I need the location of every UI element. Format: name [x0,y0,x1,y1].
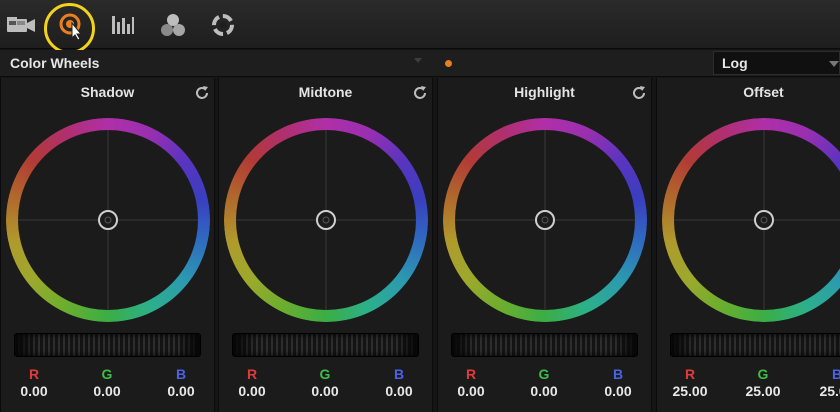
channel-label-b: B [175,366,187,382]
collapse-arrow-icon[interactable] [414,58,422,63]
channel-r[interactable]: R 0.00 [4,366,64,399]
channel-b[interactable]: B 0.00 [369,366,429,399]
wheel-panel-midtone: Midtone R 0.00 G 0.00 B 0.00 [218,78,433,412]
wheel-title: Shadow [80,84,135,100]
channel-label-g: G [538,366,550,382]
color-wheel[interactable] [219,112,434,330]
channel-label-g: G [101,366,113,382]
channel-label-b: B [393,366,405,382]
channel-value-g[interactable]: 0.00 [295,383,355,399]
color-wheel[interactable] [657,112,840,330]
status-indicator-dot [445,60,452,67]
wheel-panel-highlight: Highlight R 0.00 G 0.00 B 0.00 [437,78,652,412]
mode-dropdown[interactable]: Log [713,51,840,75]
channel-value-r[interactable]: 0.00 [222,383,282,399]
master-wheel-slider[interactable] [14,333,201,357]
master-wheel-slider[interactable] [232,333,419,357]
color-wheel[interactable] [1,112,216,330]
channel-label-r: R [684,366,696,382]
channel-label-b: B [612,366,624,382]
channel-r[interactable]: R 0.00 [222,366,282,399]
channel-label-b: B [831,366,840,382]
camera-raw-icon[interactable] [6,10,36,40]
reset-icon[interactable] [630,84,648,102]
bars-icon[interactable] [108,10,138,40]
channel-value-g[interactable]: 0.00 [514,383,574,399]
mode-dropdown-value: Log [722,55,748,71]
channel-value-r[interactable]: 0.00 [441,383,501,399]
panel-title: Color Wheels [10,55,100,71]
channel-value-g[interactable]: 0.00 [77,383,137,399]
channel-value-b[interactable]: 25.00 [807,383,840,399]
channel-b[interactable]: B 0.00 [151,366,211,399]
channel-label-g: G [319,366,331,382]
channel-b[interactable]: B 0.00 [588,366,648,399]
channel-value-r[interactable]: 0.00 [4,383,64,399]
motion-effects-icon[interactable] [208,10,238,40]
rgb-mixer-icon[interactable] [158,10,188,40]
channel-value-r[interactable]: 25.00 [660,383,720,399]
wheel-title: Offset [743,84,784,100]
channel-b[interactable]: B25.00 [807,366,840,399]
reset-icon[interactable] [411,84,429,102]
panel-header: Color Wheels Log [0,50,840,77]
channel-g[interactable]: G 25.00 [733,366,793,399]
master-wheel-slider[interactable] [670,333,840,357]
channel-r[interactable]: R 25.00 [660,366,720,399]
color-wheels-icon[interactable] [55,10,85,40]
wheel-panel-offset: OffsetR25.00G25.00B25.00 [656,78,840,412]
channel-value-g[interactable]: 25.00 [733,383,793,399]
channel-g[interactable]: G 0.00 [295,366,355,399]
channel-label-r: R [246,366,258,382]
channel-label-r: R [465,366,477,382]
wheel-title: Highlight [514,84,575,100]
channel-value-b[interactable]: 0.00 [369,383,429,399]
reset-icon[interactable] [193,84,211,102]
toolbar [0,0,840,54]
wheel-title: Midtone [298,84,353,100]
channel-r[interactable]: R 0.00 [441,366,501,399]
channel-g[interactable]: G 0.00 [77,366,137,399]
channel-label-g: G [757,366,769,382]
wheel-panel-shadow: Shadow R 0.00 G 0.00 B 0.00 [0,78,215,412]
color-wheel[interactable] [438,112,653,330]
chevron-down-icon [829,61,839,67]
channel-label-r: R [28,366,40,382]
channel-value-b[interactable]: 0.00 [151,383,211,399]
master-wheel-slider[interactable] [451,333,638,357]
channel-g[interactable]: G 0.00 [514,366,574,399]
channel-value-b[interactable]: 0.00 [588,383,648,399]
